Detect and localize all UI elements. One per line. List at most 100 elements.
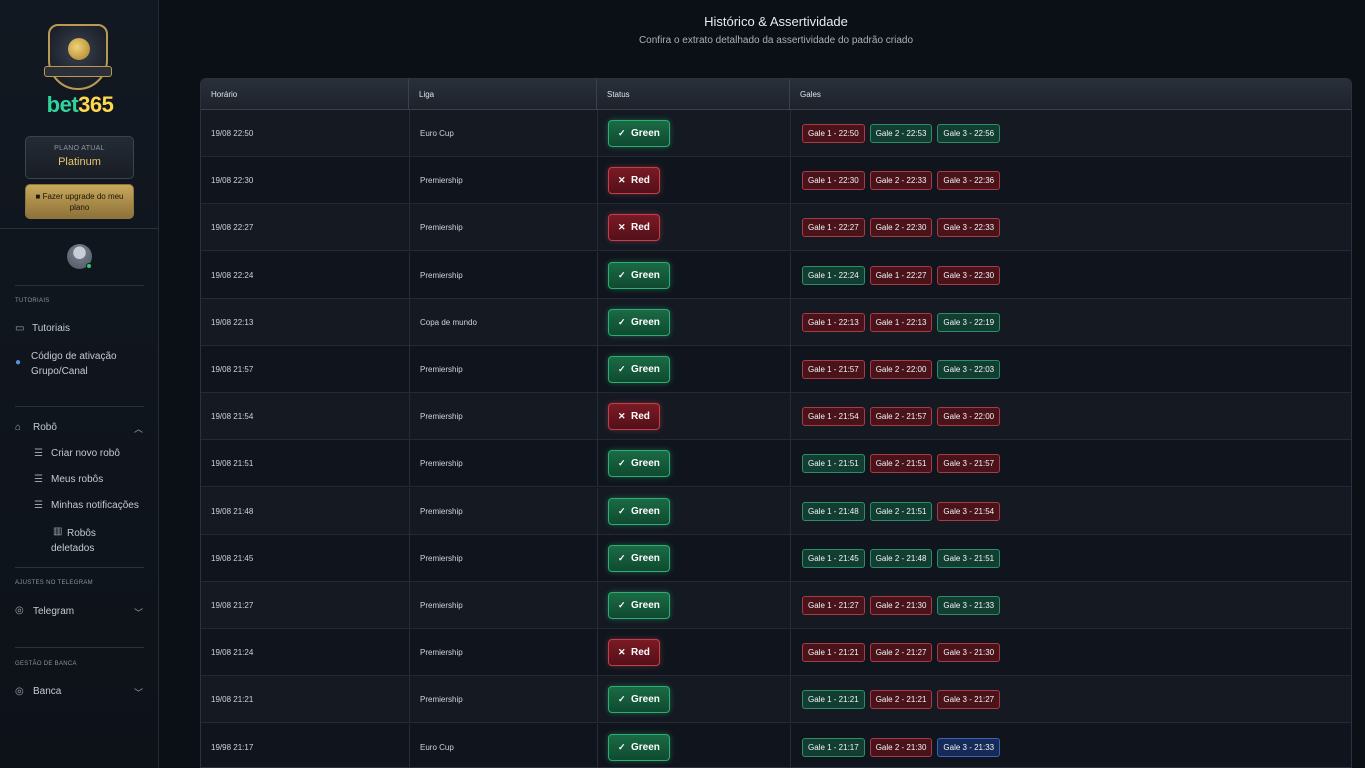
upgrade-plan-button[interactable]: ■ Fazer upgrade do meu plano — [25, 184, 134, 219]
gales-list: Gale 1 - 22:50 Gale 2 - 22:53 Gale 3 - 22:… — [802, 110, 1001, 157]
cell-divider — [597, 723, 598, 767]
shield-emblem-icon — [44, 24, 112, 90]
sidebar-item-telegram[interactable]: Telegram — [33, 606, 74, 617]
table-row[interactable]: 19/08 22:30 Premiership ✕ Red Gale 1 - 22:30… — [201, 157, 1351, 205]
cell-divider — [790, 629, 791, 677]
sidebar-item-my-robots[interactable]: Meus robôs — [51, 474, 103, 485]
radio-icon: ● — [15, 357, 22, 368]
table-row[interactable]: 19/08 22:27 Premiership ✕ Red Gale 1 - 22:27… — [201, 204, 1351, 252]
gales-list: Gale 1 - 22:27 Gale 2 - 22:30 Gale 3 - 22:… — [802, 204, 1001, 251]
table-row[interactable]: 19/08 21:51 Premiership ✓ Green Gale 1 - 21:… — [201, 440, 1351, 488]
gale-chip: Gale 1 - 22:27 — [802, 218, 865, 238]
cell-divider — [409, 204, 410, 252]
status-badge: ✓ Green — [608, 308, 670, 336]
table-row[interactable]: 19/08 21:57 Premiership ✓ Green Gale 1 - 21:… — [201, 346, 1351, 393]
sidebar-item-notifications[interactable]: Minhas notificações — [51, 500, 139, 511]
chevron-up-icon[interactable]: ︿ — [134, 422, 143, 435]
gale-chip: Gale 1 - 21:48 — [802, 501, 865, 521]
gale-chip: Gale 3 - 22:30 — [937, 265, 1001, 285]
status-badge: ✓ Green — [608, 733, 670, 761]
cell-time: 19/08 21:24 — [211, 648, 254, 658]
column-header-time[interactable]: Horário — [201, 79, 409, 110]
table-row[interactable]: 19/08 21:48 Premiership ✓ Green Gale 1 - 21:… — [201, 487, 1351, 535]
check-icon: ✓ — [618, 694, 626, 705]
cell-divider — [409, 723, 410, 767]
chevron-down-icon[interactable]: ﹀ — [134, 606, 143, 619]
cell-time: 19/08 21:21 — [211, 695, 254, 705]
status-badge: ✓ Green — [608, 497, 670, 525]
status-label: Green — [631, 552, 660, 564]
cell-divider — [597, 629, 598, 677]
gale-chip: Gale 1 - 21:27 — [802, 596, 865, 615]
sidebar-item-tutorials[interactable]: Tutoriais — [32, 323, 70, 334]
table-row[interactable]: 19/08 22:24 Premiership ✓ Green Gale 1 - 22:… — [201, 251, 1351, 299]
gales-list: Gale 1 - 21:51 Gale 2 - 21:51 Gale 3 - 21:… — [802, 440, 1001, 487]
status-badge: ✕ Red — [608, 167, 660, 195]
status-label: Red — [631, 222, 650, 234]
cell-time: 19/08 22:27 — [211, 223, 254, 233]
cell-divider — [597, 110, 598, 157]
check-icon: ✓ — [618, 600, 626, 610]
sidebar-item-deleted-robots[interactable]: Robôs deletados — [51, 526, 111, 556]
gale-chip: Gale 1 - 21:54 — [802, 407, 865, 427]
check-icon: ✓ — [618, 128, 626, 138]
status-badge: ✓ Green — [608, 686, 670, 714]
gales-list: Gale 1 - 21:57 Gale 2 - 22:00 Gale 3 - 22:… — [802, 346, 1001, 393]
table-row[interactable]: 19/98 21:17 Euro Cup ✓ Green Gale 1 - 21:17 G… — [201, 723, 1351, 767]
column-header-status[interactable]: Status — [597, 79, 790, 110]
status-label: Green — [631, 269, 660, 281]
cell-time: 19/08 21:45 — [211, 553, 254, 563]
status-label: Green — [631, 505, 660, 517]
table-row[interactable]: 19/08 21:21 Premiership ✓ Green Gale 1 - 21:… — [201, 676, 1351, 724]
cell-league: Premiership — [420, 365, 463, 374]
current-plan-card: PLANO ATUAL Platinum — [25, 136, 134, 179]
gale-chip: Gale 2 - 21:30 — [869, 737, 933, 757]
cell-divider — [790, 440, 791, 488]
table-row[interactable]: 19/08 21:54 Premiership ✕ Red Gale 1 - 21:54… — [201, 393, 1351, 441]
cell-league: Premiership — [420, 223, 463, 233]
close-icon: ✕ — [618, 411, 626, 422]
gale-chip: Gale 1 - 22:30 — [802, 171, 865, 191]
cell-divider — [409, 629, 410, 677]
divider — [15, 647, 144, 648]
cell-divider — [409, 582, 410, 629]
status-badge: ✓ Green — [608, 261, 670, 289]
cell-divider — [597, 534, 598, 582]
table-row[interactable]: 19/08 22:50 Euro Cup ✓ Green Gale 1 - 22:50 G… — [201, 110, 1351, 157]
status-badge: ✓ Green — [608, 544, 670, 572]
status-label: Red — [631, 411, 650, 423]
gale-chip: Gale 3 - 22:19 — [937, 312, 1001, 332]
column-header-league[interactable]: Liga — [409, 79, 597, 110]
gale-chip: Gale 3 - 21:30 — [937, 643, 1001, 663]
gale-chip: Gale 2 - 21:51 — [869, 454, 933, 474]
close-icon: ✕ — [618, 175, 626, 186]
gale-chip: Gale 2 - 21:21 — [869, 690, 933, 710]
cell-league: Euro Cup — [420, 129, 454, 138]
upgrade-icon: ■ — [35, 192, 43, 201]
check-icon: ✓ — [618, 316, 626, 327]
cell-divider — [790, 582, 791, 629]
table-row[interactable]: 19/08 21:27 Premiership ✓ Green Gale 1 - 21:… — [201, 582, 1351, 629]
sidebar-item-activation-code[interactable]: Código de ativação Grupo/Canal — [31, 349, 141, 379]
table-row[interactable]: 19/08 21:24 Premiership ✕ Red Gale 1 - 21:21… — [201, 629, 1351, 677]
gales-list: Gale 1 - 21:27 Gale 2 - 21:30 Gale 3 - 21:… — [802, 582, 1001, 629]
cell-divider — [597, 346, 598, 393]
status-label: Green — [631, 316, 660, 328]
status-badge: ✓ Green — [608, 356, 670, 383]
table-row[interactable]: 19/08 22:13 Copa de mundo ✓ Green Gale 1 - 2… — [201, 298, 1351, 346]
cell-divider — [790, 723, 791, 767]
check-icon: ✓ — [618, 269, 626, 280]
cell-league: Euro Cup — [420, 742, 454, 752]
cell-divider — [597, 440, 598, 488]
close-icon: ✕ — [618, 647, 626, 658]
column-header-gales[interactable]: Gales — [790, 79, 1351, 110]
sidebar-item-banca[interactable]: Banca — [33, 686, 61, 697]
gales-list: Gale 1 - 22:30 Gale 2 - 22:33 Gale 3 - 22:… — [802, 157, 1001, 204]
sidebar-item-robo[interactable]: Robô — [33, 422, 57, 433]
sidebar-item-create-robot[interactable]: Criar novo robô — [51, 448, 120, 459]
status-label: Green — [631, 741, 660, 753]
gale-chip: Gale 2 - 22:30 — [869, 218, 933, 238]
table-row[interactable]: 19/08 21:45 Premiership ✓ Green Gale 1 - 21:… — [201, 534, 1351, 582]
chevron-down-icon[interactable]: ﹀ — [134, 686, 143, 699]
cell-divider — [790, 393, 791, 441]
